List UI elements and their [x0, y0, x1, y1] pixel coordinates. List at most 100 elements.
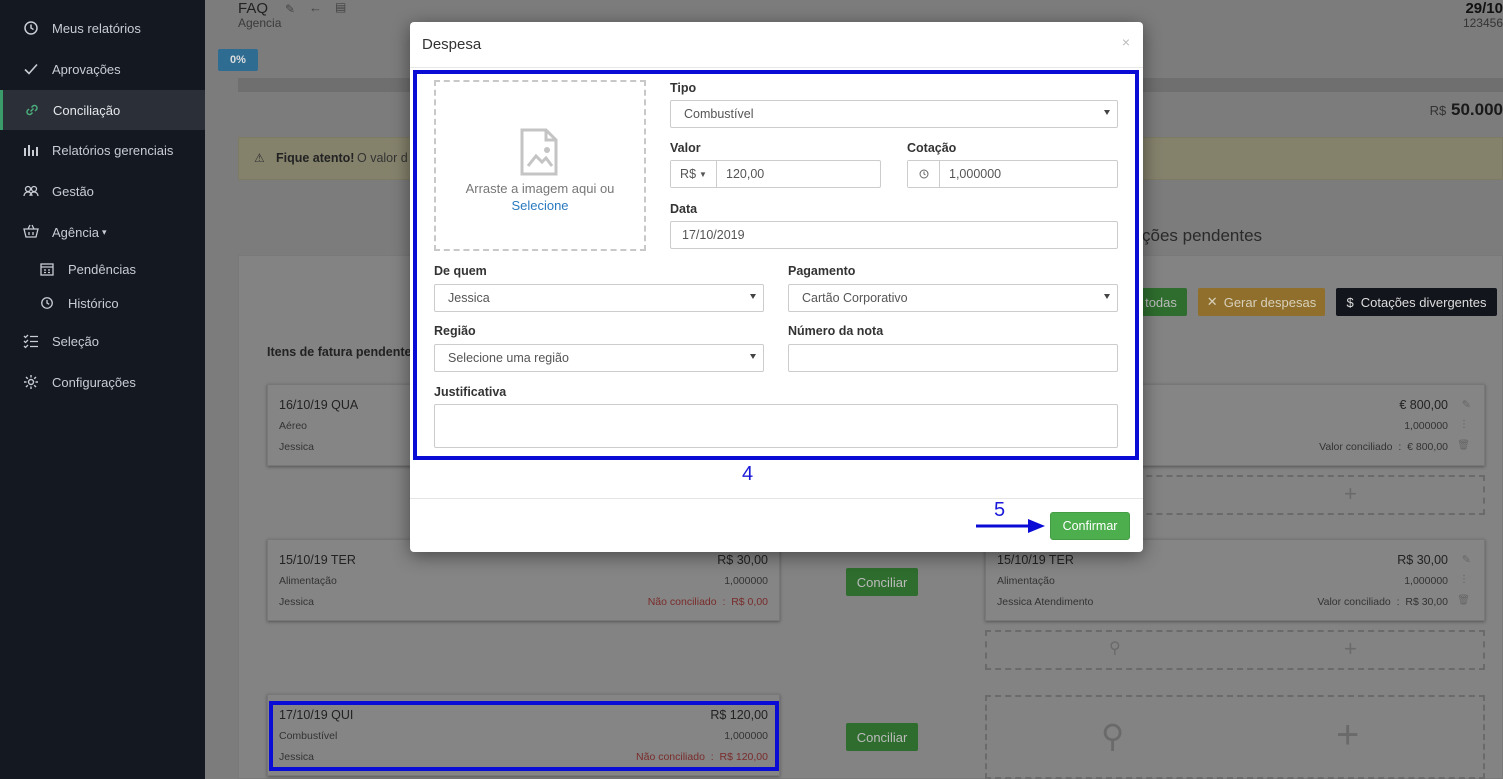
drag-handle-icon[interactable]: ⋮	[1459, 574, 1469, 585]
calendar-icon	[38, 260, 56, 278]
card-rate: 1,000000	[1404, 575, 1448, 587]
sidebar-item-agencia[interactable]: Agência ▾	[0, 212, 205, 252]
sidebar-item-relatorios-gerenciais[interactable]: Relatórios gerenciais	[0, 130, 205, 170]
card-category: Alimentação	[279, 575, 337, 587]
modal-title: Despesa	[422, 36, 482, 53]
dollar-icon: $	[1346, 294, 1354, 310]
card-person: Jessica Atendimento	[997, 596, 1094, 608]
divergent-rates-button[interactable]: $ Cotações divergentes	[1336, 288, 1497, 316]
conciliar-button[interactable]: Conciliar	[846, 568, 918, 596]
link-icon	[23, 101, 41, 119]
progress-badge: 0%	[218, 49, 258, 71]
close-icon[interactable]: ×	[1122, 34, 1130, 50]
plus-icon[interactable]: +	[1336, 713, 1359, 758]
sidebar-item-conciliacao[interactable]: Conciliação	[0, 90, 205, 130]
sidebar: Meus relatórios Aprovações Conciliação R…	[0, 0, 205, 779]
card-person: Jessica	[279, 441, 315, 453]
document-icon[interactable]: ▤	[335, 0, 346, 14]
basket-icon	[22, 223, 40, 241]
plus-icon[interactable]: +	[1344, 636, 1357, 662]
list-check-icon	[22, 332, 40, 350]
sidebar-item-gestao[interactable]: Gestão	[0, 171, 205, 211]
section-title: liações pendentes	[1125, 226, 1263, 245]
search-icon[interactable]: ⚲	[1101, 717, 1124, 755]
conciliar-label: Conciliar	[856, 729, 908, 745]
card-amount: € 800,00	[1399, 398, 1448, 412]
card-rate: 1,000000	[1404, 420, 1448, 432]
drag-handle-icon[interactable]: ⋮	[1459, 419, 1469, 430]
add-slot-large[interactable]: ⚲ +	[985, 695, 1485, 779]
total-currency: R$	[1429, 103, 1447, 118]
warning-icon: ⚠	[254, 151, 265, 165]
card-amount: R$ 30,00	[717, 553, 768, 567]
bar-chart-icon	[22, 141, 40, 159]
sidebar-item-label: Meus relatórios	[52, 20, 141, 36]
sidebar-item-label: Histórico	[68, 295, 119, 311]
status-value: € 800,00	[1407, 441, 1448, 453]
annotation-step-4: 4	[742, 463, 754, 485]
status-label: Valor conciliado	[1317, 596, 1391, 608]
sidebar-item-label: Gestão	[52, 183, 94, 199]
trash-icon[interactable]: 🗑	[1457, 595, 1470, 606]
status-label: Não conciliado	[647, 596, 717, 608]
users-icon	[22, 182, 40, 200]
expense-modal: Despesa × Arraste a imagem aqui ou Selec…	[410, 22, 1143, 552]
gear-icon	[22, 373, 40, 391]
back-arrow-icon[interactable]: ←	[309, 0, 322, 15]
generate-expenses-button[interactable]: ✕ Gerar despesas	[1198, 288, 1325, 316]
close-icon: ✕	[1206, 294, 1218, 309]
status-value: R$ 0,00	[731, 596, 768, 608]
status-separator: :	[1396, 596, 1400, 608]
progress-badge-label: 0%	[230, 54, 246, 66]
search-icon[interactable]: ⚲	[1109, 638, 1121, 658]
edit-icon[interactable]: ✎	[1462, 398, 1471, 411]
card-rate: 1,000000	[724, 575, 768, 587]
sidebar-item-aprovacoes[interactable]: Aprovações	[0, 49, 205, 89]
sidebar-item-label: Seleção	[52, 333, 99, 349]
arrow-right-icon	[974, 518, 1048, 537]
generate-expenses-label: Gerar despesas	[1223, 294, 1317, 310]
sidebar-item-label: Pendências	[68, 261, 136, 277]
plus-icon[interactable]: +	[1344, 481, 1357, 507]
history-icon	[22, 19, 40, 37]
total-amount: 50.000	[1451, 100, 1503, 119]
sidebar-item-label: Aprovações	[52, 61, 121, 77]
edit-icon[interactable]: ✎	[1462, 553, 1471, 566]
sidebar-item-historico[interactable]: Histórico	[0, 286, 205, 320]
selected-item-highlight	[269, 701, 779, 771]
card-person: Jessica	[279, 596, 315, 608]
history-icon	[38, 294, 56, 312]
edit-icon[interactable]: ✎	[285, 2, 295, 16]
confirm-button[interactable]: Confirmar	[1050, 512, 1130, 540]
select-all-label: todas	[1145, 294, 1177, 310]
alert-bold: Fique atento!	[276, 151, 355, 165]
sidebar-item-configuracoes[interactable]: Configurações	[0, 362, 205, 402]
conciliar-button[interactable]: Conciliar	[846, 723, 918, 751]
card-category: Alimentação	[997, 575, 1055, 587]
page-subtitle: Agencia	[238, 16, 282, 30]
status-separator: :	[1398, 441, 1402, 453]
sidebar-item-label: Conciliação	[53, 102, 121, 118]
card-category: Aéreo	[279, 420, 308, 432]
card-amount: R$ 30,00	[1397, 553, 1448, 567]
status-separator: :	[722, 596, 726, 608]
sidebar-item-label: Agência	[52, 224, 99, 240]
sidebar-item-label: Configurações	[52, 374, 136, 390]
total-value: R$ 50.000	[1430, 100, 1503, 120]
sidebar-item-label: Relatórios gerenciais	[52, 142, 174, 158]
pending-items-title: Itens de fatura pendentes	[267, 345, 419, 359]
card-status: Valor conciliado : R$ 30,00	[1317, 596, 1448, 608]
conciliar-label: Conciliar	[856, 574, 908, 590]
divergent-rates-label: Cotações divergentes	[1360, 294, 1487, 310]
confirm-label: Confirmar	[1062, 519, 1118, 533]
card-status: Valor conciliado : € 800,00	[1319, 441, 1448, 453]
chevron-down-icon: ▾	[101, 226, 107, 237]
sidebar-item-selecao[interactable]: Seleção	[0, 321, 205, 361]
add-slot[interactable]: ⚲ +	[985, 630, 1485, 670]
sidebar-item-pendencias[interactable]: Pendências	[0, 252, 205, 286]
status-label: Valor conciliado	[1319, 441, 1393, 453]
sidebar-item-meus-relatorios[interactable]: Meus relatórios	[0, 8, 205, 48]
trash-icon[interactable]: 🗑	[1457, 440, 1470, 451]
form-highlight	[413, 70, 1139, 460]
card-date: 16/10/19 QUA	[279, 398, 359, 412]
